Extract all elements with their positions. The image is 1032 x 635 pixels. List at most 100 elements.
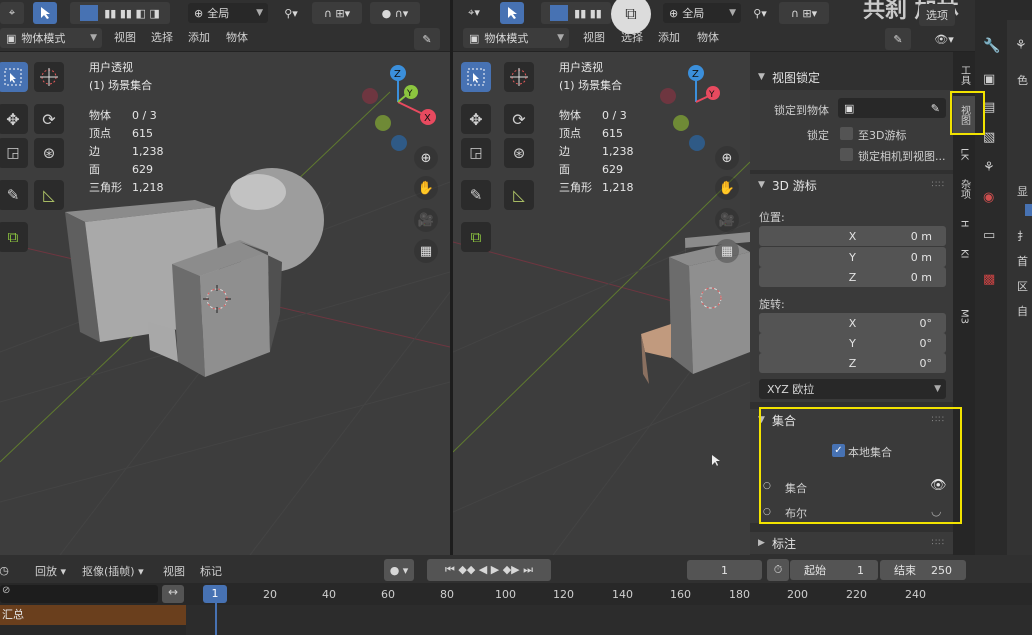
select-mode-buttons[interactable]: ▮▮ ▮▮ (541, 2, 611, 24)
menu-add[interactable]: 添加 (188, 29, 210, 45)
swap-icon[interactable]: ↔ (162, 585, 184, 603)
channel-search-field[interactable]: ⊘ (0, 585, 158, 603)
lock-to-cursor-checkbox[interactable] (840, 127, 853, 140)
eye-closed-icon[interactable]: ◡ (931, 504, 941, 518)
menu-select[interactable]: 选择 (621, 29, 643, 45)
tab-tool[interactable]: 工具 (953, 60, 975, 90)
menu-object[interactable]: 物体 (226, 29, 248, 45)
summary-channel[interactable]: 汇总 (0, 605, 186, 625)
collection-item[interactable]: 集合 (785, 480, 807, 496)
select-box-tool[interactable] (0, 62, 28, 92)
zoom-button[interactable]: ⊕ (715, 146, 739, 170)
left-viewport[interactable]: ✥ ⟳ ◲ ⊛ ✎ ◺ ⧉ 用户透视 (1) 场景集合 物体 0 / 3 顶点 … (0, 52, 450, 555)
axis-gizmo[interactable]: Z X Y (355, 62, 445, 152)
editor-type-button[interactable]: ◷ (0, 559, 14, 581)
view-lock-panel-header[interactable]: ▼ 视图锁定 (750, 66, 953, 88)
tab-view[interactable]: 视图 (953, 96, 975, 134)
location-z-field[interactable]: Z0 m (759, 267, 946, 287)
drag-grip-icon[interactable]: ∷∷ (932, 538, 945, 548)
eye-icon[interactable]: 👁 (930, 478, 947, 493)
menu-view[interactable]: 视图 (163, 563, 185, 579)
checkbox-icon[interactable] (1025, 204, 1032, 216)
cursor-tool[interactable] (504, 62, 534, 92)
view-layer-icon[interactable]: ▧ (983, 130, 995, 145)
annotations-panel-header[interactable]: ▶ 标注 ∷∷ (750, 532, 953, 554)
render-icon[interactable]: ▣ (983, 72, 995, 87)
mode-dropdown[interactable]: ▣ 物体模式 ▼ (463, 28, 569, 48)
menu-select[interactable]: 选择 (151, 29, 173, 45)
zoom-button[interactable]: ⊕ (414, 146, 438, 170)
location-y-field[interactable]: Y0 m (759, 247, 946, 267)
rotation-mode-dropdown[interactable]: XYZ 欧拉 ▼ (759, 379, 946, 399)
scale-tool[interactable]: ◲ (0, 138, 28, 168)
lock-camera-checkbox[interactable] (840, 148, 853, 161)
rotation-z-field[interactable]: Z 0° (759, 353, 946, 373)
tab-m3[interactable]: M3 (953, 304, 975, 328)
scene-properties-icon[interactable]: ⚘ (1015, 38, 1027, 53)
add-cube-tool[interactable]: ⧉ (461, 222, 491, 252)
scale-tool[interactable]: ◲ (461, 138, 491, 168)
move-tool[interactable]: ✥ (461, 104, 491, 134)
collection-item[interactable]: 布尔 (785, 505, 807, 521)
menu-view[interactable]: 视图 (583, 29, 605, 45)
axis-gizmo[interactable]: Z Y (653, 62, 733, 152)
tab-h[interactable]: H (953, 214, 975, 234)
collection-icon[interactable]: ▭ (983, 228, 995, 243)
auto-keying-button[interactable]: ● ▾ (384, 559, 414, 581)
visibility-dropdown[interactable]: 👁▾ (929, 28, 959, 50)
select-new-icon[interactable] (550, 5, 569, 21)
local-collection-checkbox[interactable]: ✓ (832, 444, 845, 457)
cursor-tool[interactable] (34, 62, 64, 92)
magnet-icon[interactable]: ∩ ⊞▾ (779, 2, 829, 24)
proportional-edit-button[interactable]: ● ∩▾ (370, 2, 420, 24)
annotate-tool[interactable]: ✎ (0, 180, 28, 210)
eyedropper-button[interactable]: ✎ (414, 28, 440, 50)
current-frame-field[interactable]: 1 (687, 560, 762, 580)
timeline-track-area[interactable] (186, 605, 1032, 635)
select-new-icon[interactable] (80, 5, 99, 21)
start-frame-field[interactable]: 起始 1 (790, 560, 878, 580)
transform-tool[interactable]: ⊛ (34, 138, 64, 168)
scene-icon[interactable]: ⚘ (983, 160, 995, 175)
options-button[interactable]: 选项 (919, 4, 955, 26)
location-x-field[interactable]: X0 m (759, 226, 946, 246)
menu-view[interactable]: 视图 (114, 29, 136, 45)
transform-tool[interactable]: ⊛ (504, 138, 534, 168)
output-icon[interactable]: ▤ (983, 100, 995, 115)
rotate-tool[interactable]: ⟳ (504, 104, 534, 134)
editor-type-button[interactable]: ⌖ (0, 2, 24, 24)
menu-marker[interactable]: 标记 (200, 563, 222, 579)
ortho-toggle-button[interactable]: ▦ (715, 239, 739, 263)
rotate-tool[interactable]: ⟳ (34, 104, 64, 134)
pan-button[interactable]: ✋ (414, 176, 438, 200)
mode-dropdown[interactable]: ▣ 物体模式 ▼ (0, 28, 102, 48)
magnet-icon[interactable]: ∩ ⊞▾ (312, 2, 362, 24)
editor-type-button[interactable]: ⌖▾ (459, 2, 489, 24)
snap-button[interactable]: ⚲▾ (745, 2, 775, 24)
lock-object-field[interactable]: ▣ ✎ (838, 98, 946, 118)
measure-tool[interactable]: ◺ (504, 180, 534, 210)
transform-pivot-dropdown[interactable]: ⊕ 全局 ▼ (663, 3, 741, 23)
collections-panel-header[interactable]: ▼ 集合 ∷∷ (750, 409, 953, 431)
camera-view-button[interactable]: 🎥 (715, 208, 739, 232)
rotation-x-field[interactable]: X 0° (759, 313, 946, 333)
annotate-tool[interactable]: ✎ (461, 180, 491, 210)
select-mode-buttons[interactable]: ▮▮ ▮▮ ◧ ◨ (70, 2, 170, 24)
select-tool-button[interactable] (33, 2, 57, 24)
add-cube-tool[interactable]: ⧉ (0, 222, 28, 252)
menu-playback[interactable]: 回放 ▾ (35, 563, 66, 579)
move-tool[interactable]: ✥ (0, 104, 28, 134)
drag-grip-icon[interactable]: ∷∷ (932, 180, 945, 190)
ortho-toggle-button[interactable]: ▦ (414, 239, 438, 263)
texture-icon[interactable]: ▩ (983, 272, 995, 287)
wrench-icon[interactable]: 🔧 (983, 38, 1000, 54)
stopwatch-icon[interactable]: ⏱ (767, 559, 789, 581)
camera-view-button[interactable]: 🎥 (414, 208, 438, 232)
end-frame-field[interactable]: 结束 250 (880, 560, 966, 580)
eyedropper-icon[interactable]: ✎ (931, 102, 940, 115)
menu-add[interactable]: 添加 (658, 29, 680, 45)
rotation-y-field[interactable]: Y 0° (759, 333, 946, 353)
menu-object[interactable]: 物体 (697, 29, 719, 45)
drag-grip-icon[interactable]: ∷∷ (932, 415, 945, 425)
playback-controls[interactable]: ⏮ ◆◆ ◀ ▶ ◆▶ ⏭ (427, 559, 551, 581)
